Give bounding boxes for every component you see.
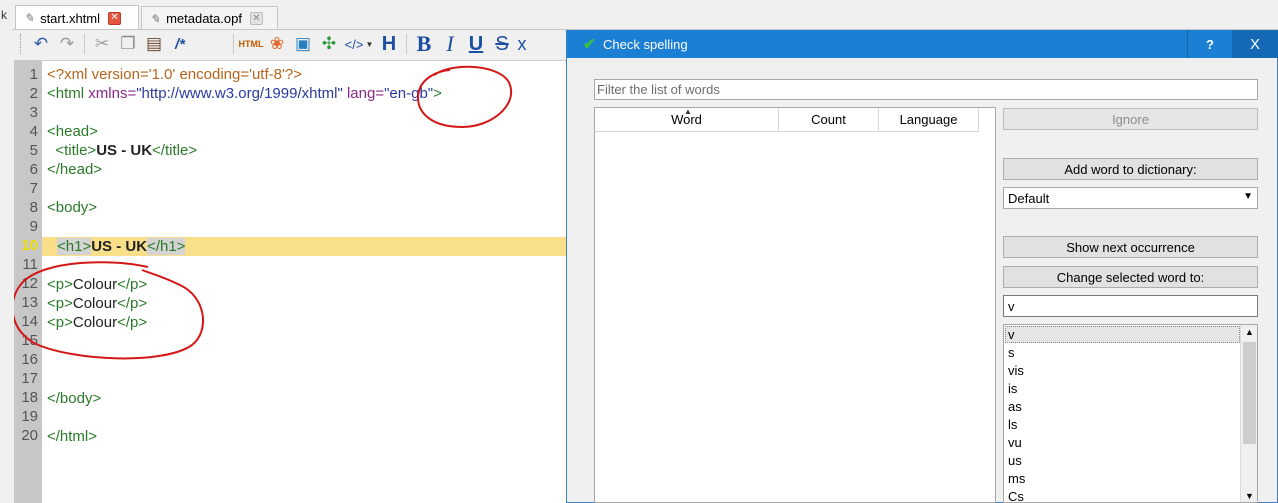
checkmark-icon: ✔ bbox=[583, 36, 596, 53]
suggestion-item[interactable]: vu bbox=[1008, 434, 1022, 452]
sort-arrow-icon: ▲ bbox=[684, 107, 692, 116]
html-icon[interactable]: HTML bbox=[238, 32, 264, 56]
tab-label: metadata.opf bbox=[166, 11, 242, 26]
tab-label: start.xhtml bbox=[40, 10, 101, 26]
scroll-up-icon[interactable]: ▲ bbox=[1243, 327, 1256, 340]
dictionary-value: Default bbox=[1008, 191, 1050, 206]
word-list-table[interactable]: ▲ Word Count Language bbox=[594, 107, 996, 503]
tab-bar: k ✎ start.xhtml ✕ ✎ metadata.opf ✕ bbox=[0, 0, 1278, 30]
ignore-button[interactable]: Ignore bbox=[1003, 108, 1258, 130]
strikethrough-icon[interactable]: S bbox=[489, 32, 515, 56]
bold-icon[interactable]: B bbox=[411, 31, 437, 56]
change-word-button[interactable]: Change selected word to: bbox=[1003, 266, 1258, 288]
comment-icon[interactable]: /* bbox=[167, 32, 193, 56]
toolbar-separator bbox=[406, 34, 407, 54]
suggestion-item[interactable]: Cs bbox=[1008, 488, 1024, 502]
column-label: Count bbox=[811, 112, 846, 127]
suggestion-item[interactable]: is bbox=[1008, 380, 1017, 398]
tab-metadata-opf[interactable]: ✎ metadata.opf ✕ bbox=[141, 6, 278, 30]
link-icon[interactable]: ✣ bbox=[316, 32, 342, 56]
cut-icon[interactable]: ✂ bbox=[89, 32, 115, 56]
suggestion-list[interactable]: v s vis is as ls vu us ms Cs ▲ ▼ bbox=[1003, 324, 1258, 503]
suggestion-item[interactable]: ms bbox=[1008, 470, 1025, 488]
selected-suggestion-highlight bbox=[1005, 326, 1240, 343]
redo-icon[interactable]: ↷ bbox=[54, 32, 80, 56]
dictionary-select[interactable]: Default ▼ bbox=[1003, 187, 1258, 209]
image-icon[interactable]: ▣ bbox=[290, 32, 316, 56]
column-header-language[interactable]: Language bbox=[879, 108, 979, 132]
suggestion-item[interactable]: us bbox=[1008, 452, 1022, 470]
red-annotation-circles bbox=[14, 65, 513, 360]
italic-icon[interactable]: I bbox=[437, 31, 463, 56]
suggestion-scrollbar[interactable]: ▲ ▼ bbox=[1240, 325, 1257, 502]
toolbar-grip[interactable] bbox=[20, 34, 24, 54]
add-word-button[interactable]: Add word to dictionary: bbox=[1003, 158, 1258, 180]
column-header-word[interactable]: ▲ Word bbox=[595, 107, 779, 132]
dialog-title-bar[interactable]: ✔ Check spelling ? X bbox=[567, 30, 1278, 58]
chevron-down-icon: ▼ bbox=[365, 39, 374, 49]
show-next-occurrence-button[interactable]: Show next occurrence bbox=[1003, 236, 1258, 258]
code-editor[interactable]: 1 2 3 4 5 6 7 8 9 10 11 12 13 14 15 16 1… bbox=[14, 60, 566, 503]
chevron-down-icon: ▼ bbox=[1243, 191, 1253, 202]
scroll-down-icon[interactable]: ▼ bbox=[1243, 491, 1256, 502]
suggestion-item[interactable]: ls bbox=[1008, 416, 1017, 434]
change-word-input[interactable]: v bbox=[1003, 295, 1258, 317]
undo-icon[interactable]: ↶ bbox=[28, 32, 54, 56]
app-window: k ✎ start.xhtml ✕ ✎ metadata.opf ✕ ↶ ↷ ✂… bbox=[0, 0, 1278, 503]
suggestion-item[interactable]: vis bbox=[1008, 362, 1024, 380]
heading-icon[interactable]: H bbox=[376, 32, 402, 56]
check-spelling-dialog: ✔ Check spelling ? X Filter the list of … bbox=[566, 30, 1278, 503]
editor-toolbar: ↶ ↷ ✂ ❐ ▤ /* HTML ❀ ▣ ✣ </> ▼ H B I U S x bbox=[14, 30, 574, 58]
tulip-icon[interactable]: ❀ bbox=[264, 32, 290, 56]
suggestion-item[interactable]: s bbox=[1008, 344, 1015, 362]
subscript-icon[interactable]: x bbox=[515, 32, 529, 56]
close-tab-icon[interactable]: ✕ bbox=[108, 11, 122, 25]
code-icon[interactable]: </> ▼ bbox=[342, 32, 376, 56]
suggestion-item[interactable]: v bbox=[1008, 326, 1015, 344]
toolbar-separator bbox=[84, 34, 85, 54]
close-button[interactable]: X bbox=[1232, 30, 1278, 58]
annotation-circle-lang bbox=[417, 65, 513, 129]
help-button[interactable]: ? bbox=[1187, 30, 1232, 58]
dialog-title: Check spelling bbox=[603, 37, 688, 52]
quill-icon: ✎ bbox=[24, 11, 35, 25]
underline-icon[interactable]: U bbox=[463, 32, 489, 56]
column-header-count[interactable]: Count bbox=[779, 108, 879, 132]
column-label: Language bbox=[899, 112, 958, 127]
annotation-circle-paragraphs bbox=[14, 261, 205, 360]
close-tab-icon[interactable]: ✕ bbox=[249, 12, 263, 25]
toolbar-separator bbox=[233, 34, 234, 54]
filter-words-input[interactable]: Filter the list of words bbox=[594, 79, 1258, 100]
left-stub: k bbox=[1, 8, 7, 22]
quill-icon: ✎ bbox=[150, 11, 161, 26]
tab-start-xhtml[interactable]: ✎ start.xhtml ✕ bbox=[15, 5, 139, 30]
copy-icon[interactable]: ❐ bbox=[115, 32, 141, 56]
paste-icon[interactable]: ▤ bbox=[141, 32, 167, 56]
suggestion-item[interactable]: as bbox=[1008, 398, 1022, 416]
scrollbar-thumb[interactable] bbox=[1243, 342, 1256, 444]
code-label: </> bbox=[344, 36, 364, 52]
